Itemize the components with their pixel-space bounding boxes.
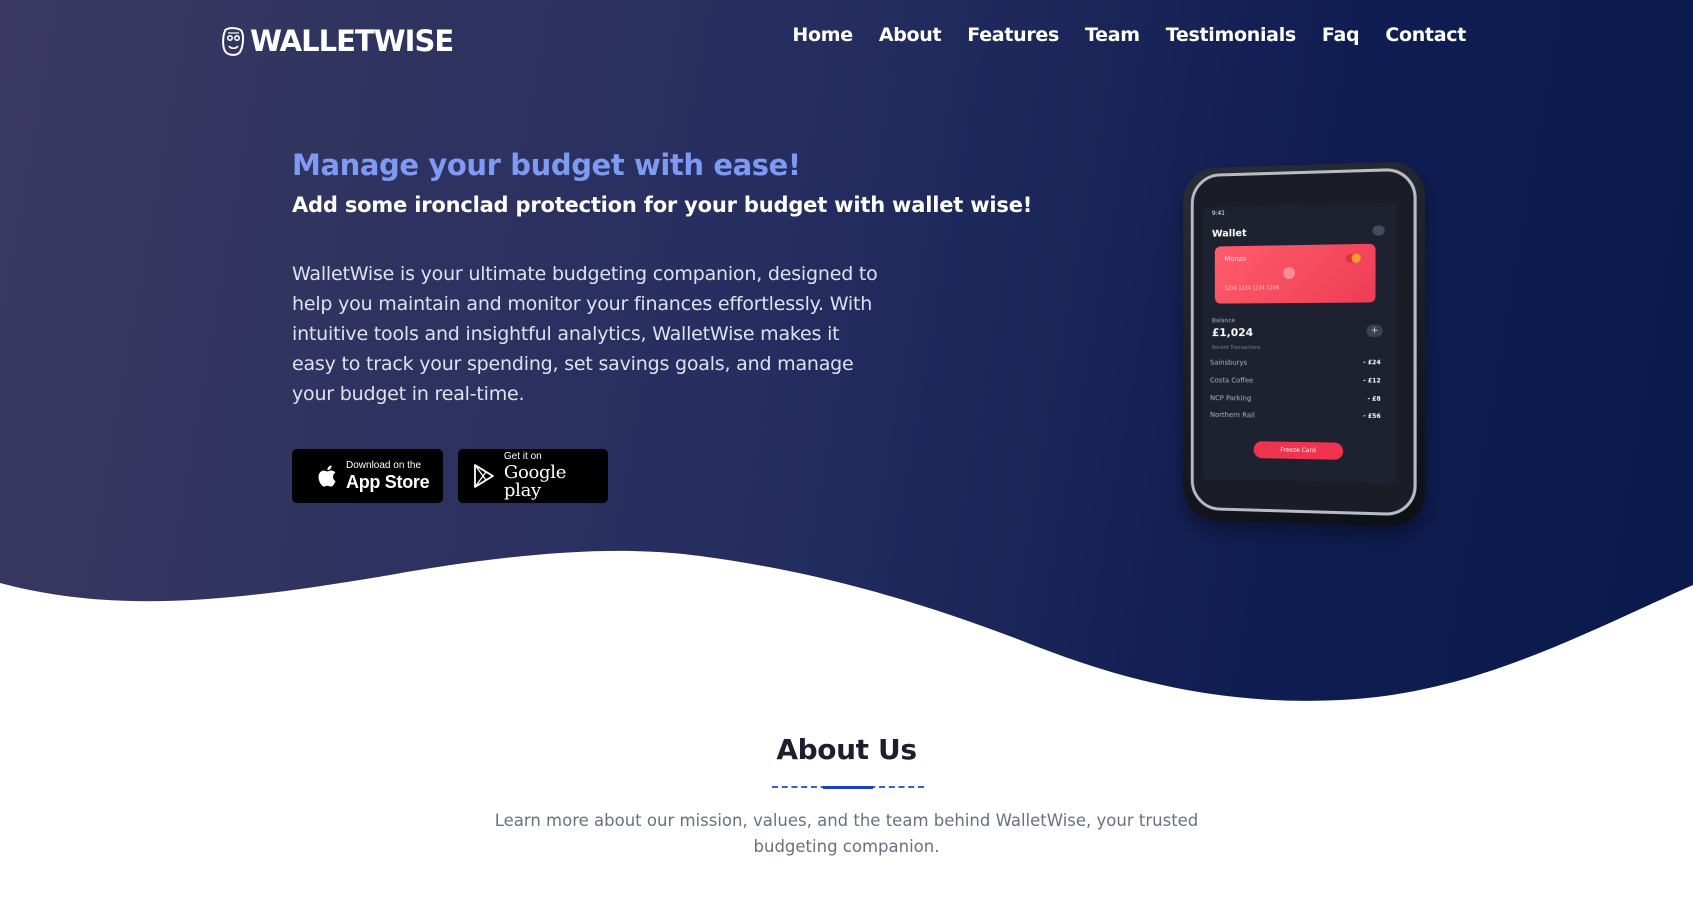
phone-screen-title: Wallet xyxy=(1211,228,1247,240)
play-icon xyxy=(474,464,494,488)
recent-transactions-label: Recent Transactions xyxy=(1211,344,1261,351)
transaction-name: Sainsburys xyxy=(1210,358,1248,367)
google-play-button[interactable]: Get it on Google play xyxy=(458,449,608,503)
settings-icon xyxy=(1372,225,1385,236)
face-doodle-icon xyxy=(222,27,245,56)
balance-label: Balance xyxy=(1211,317,1236,325)
phone-mockup: 9:41 Wallet Monzo 1234 1234 1234 1234 Ba… xyxy=(1180,161,1425,527)
phone-time: 9:41 xyxy=(1211,209,1225,218)
brand-name: WALLETWISE xyxy=(250,24,454,58)
transaction-name: NCP Parking xyxy=(1210,394,1252,403)
plus-icon: + xyxy=(1366,324,1383,337)
phone-screen: 9:41 Wallet Monzo 1234 1234 1234 1234 Ba… xyxy=(1202,202,1398,484)
card-chip-icon xyxy=(1283,267,1296,280)
hero-title: Manage your budget with ease! xyxy=(292,148,801,182)
section-divider-accent xyxy=(823,786,873,789)
nav-team[interactable]: Team xyxy=(1085,24,1140,46)
brand-logo[interactable]: WALLETWISE xyxy=(220,24,454,58)
app-store-button[interactable]: Download on the App Store xyxy=(292,449,443,503)
nav-faq[interactable]: Faq xyxy=(1322,24,1360,46)
transaction-amount: - £8 xyxy=(1367,395,1381,403)
main-nav: Home About Features Team Testimonials Fa… xyxy=(792,24,1466,46)
nav-features[interactable]: Features xyxy=(967,24,1059,46)
transaction-name: Northern Rail xyxy=(1210,410,1255,420)
nav-testimonials[interactable]: Testimonials xyxy=(1166,24,1296,46)
bank-card: Monzo 1234 1234 1234 1234 xyxy=(1214,243,1376,304)
card-number: 1234 1234 1234 1234 xyxy=(1224,285,1279,292)
hero-subtitle: Add some ironclad protection for your bu… xyxy=(292,193,1033,217)
app-store-small-label: Download on the xyxy=(346,460,422,471)
nav-about[interactable]: About xyxy=(879,24,942,46)
transaction-row: Sainsburys - £24 xyxy=(1210,359,1381,368)
google-play-label: Google play xyxy=(503,462,567,501)
app-store-label: App Store xyxy=(346,472,430,492)
transaction-amount: - £24 xyxy=(1363,359,1381,367)
mastercard-icon xyxy=(1345,253,1361,263)
hero-description: WalletWise is your ultimate budgeting co… xyxy=(292,263,878,405)
google-play-small-label: Get it on xyxy=(503,451,542,462)
transaction-amount: - £12 xyxy=(1363,377,1381,385)
transaction-row: Northern Rail - £56 xyxy=(1210,411,1381,421)
freeze-card-button: Freeze Card xyxy=(1253,441,1344,460)
about-title: About Us xyxy=(776,733,917,766)
transaction-amount: - £56 xyxy=(1363,412,1381,421)
about-description: Learn more about our mission, values, an… xyxy=(494,811,1199,856)
apple-icon xyxy=(318,465,336,487)
transaction-name: Costa Coffee xyxy=(1210,376,1254,385)
phone-frame: 9:41 Wallet Monzo 1234 1234 1234 1234 Ba… xyxy=(1183,161,1425,527)
balance-value: £1,024 xyxy=(1211,326,1254,340)
transaction-row: NCP Parking - £8 xyxy=(1210,394,1381,404)
card-name: Monzo xyxy=(1224,254,1247,264)
nav-home[interactable]: Home xyxy=(792,24,853,46)
nav-contact[interactable]: Contact xyxy=(1385,24,1466,46)
hero-section: WALLETWISE Home About Features Team Test… xyxy=(0,0,1693,720)
transaction-row: Costa Coffee - £12 xyxy=(1210,376,1381,385)
